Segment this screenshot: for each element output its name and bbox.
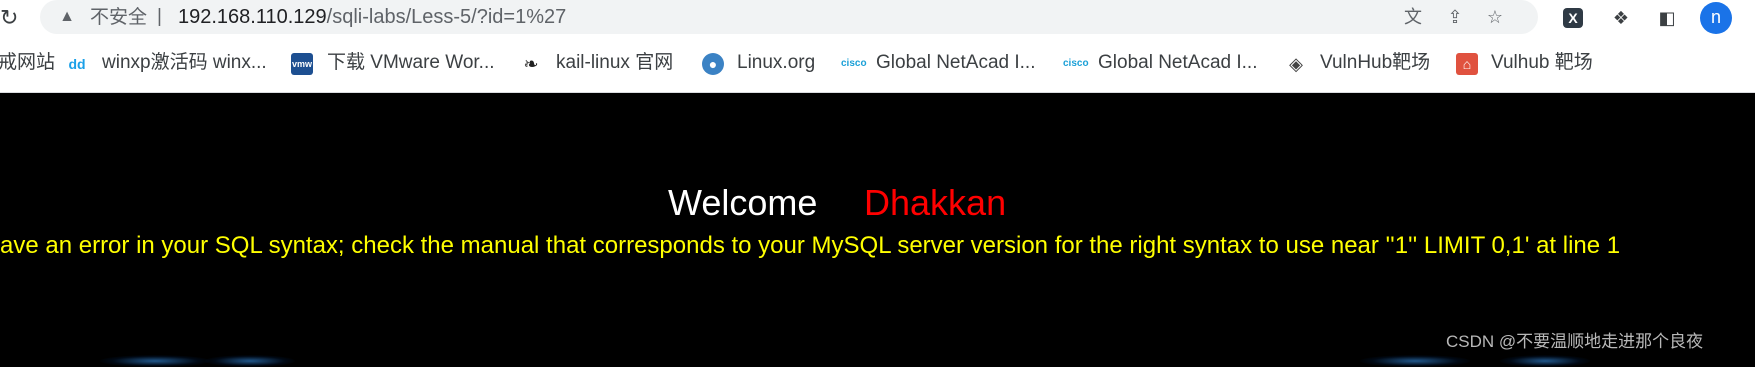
welcome-text: Welcome — [668, 182, 818, 223]
bookmark-item[interactable]: Global NetAcad I... — [1098, 51, 1257, 75]
background-glow — [205, 355, 295, 367]
background-glow — [1500, 355, 1590, 367]
star-icon[interactable]: ☆ — [1484, 6, 1506, 28]
translate-icon[interactable]: 文 — [1402, 6, 1424, 28]
sql-error-message: ave an error in your SQL syntax; check t… — [0, 232, 1621, 259]
dd-icon: dd — [68, 56, 86, 72]
avatar[interactable]: n — [1700, 2, 1732, 34]
url-host: 192.168.110.129 — [178, 6, 327, 28]
vulhub-icon: ⌂ — [1456, 53, 1478, 75]
share-icon[interactable]: ⇪ — [1444, 6, 1466, 28]
kali-dragon-icon: ❧ — [523, 54, 539, 74]
bookmark-item[interactable]: Vulhub 靶场 — [1491, 51, 1593, 75]
bookmark-item[interactable]: winxp激活码 winx... — [102, 51, 267, 75]
page-content: Welcome Dhakkan ave an error in your SQL… — [0, 93, 1755, 367]
url-path: /sqli-labs/Less-5/?id=1%27 — [326, 6, 567, 28]
extension-x-icon[interactable]: X — [1563, 8, 1583, 28]
bookmark-item[interactable]: kail-linux 官网 — [556, 51, 673, 75]
cisco-icon: cisco — [841, 58, 867, 69]
side-panel-icon[interactable]: ◧ — [1654, 5, 1680, 31]
warning-icon[interactable]: ▲ — [58, 8, 76, 26]
reload-icon[interactable]: ↻ — [0, 6, 18, 30]
not-secure-label[interactable]: 不安全 — [90, 6, 147, 28]
background-glow — [100, 355, 210, 367]
bookmark-item[interactable]: VulnHub靶场 — [1320, 51, 1430, 75]
bookmark-item[interactable]: Global NetAcad I... — [876, 51, 1035, 75]
csdn-watermark: CSDN @不要温顺地走进那个良夜 — [1446, 332, 1704, 351]
url-text[interactable]: 192.168.110.129/sqli-labs/Less-5/?id=1%2… — [178, 5, 566, 29]
address-separator: | — [157, 6, 162, 27]
vulnhub-icon: ◈ — [1289, 54, 1303, 74]
bookmark-item[interactable]: 下载 VMware Wor... — [327, 51, 495, 75]
user-name-text: Dhakkan — [864, 182, 1007, 223]
vmware-icon: vmw — [291, 53, 313, 75]
cisco-icon: cisco — [1063, 58, 1089, 69]
background-glow — [1360, 355, 1470, 367]
browser-toolbar: ↻ ▲ 不安全 | 192.168.110.129/sqli-labs/Less… — [0, 0, 1755, 36]
bookmark-item[interactable]: Linux.org — [737, 51, 815, 75]
globe-icon: ● — [702, 53, 724, 75]
bookmarks-bar: 戒网站 dd winxp激活码 winx... vmw 下载 VMware Wo… — [0, 36, 1755, 93]
puzzle-icon[interactable]: ❖ — [1608, 5, 1634, 31]
address-bar[interactable]: ▲ 不安全 | 192.168.110.129/sqli-labs/Less-5… — [40, 0, 1538, 34]
bookmark-item[interactable]: 戒网站 — [0, 51, 55, 75]
